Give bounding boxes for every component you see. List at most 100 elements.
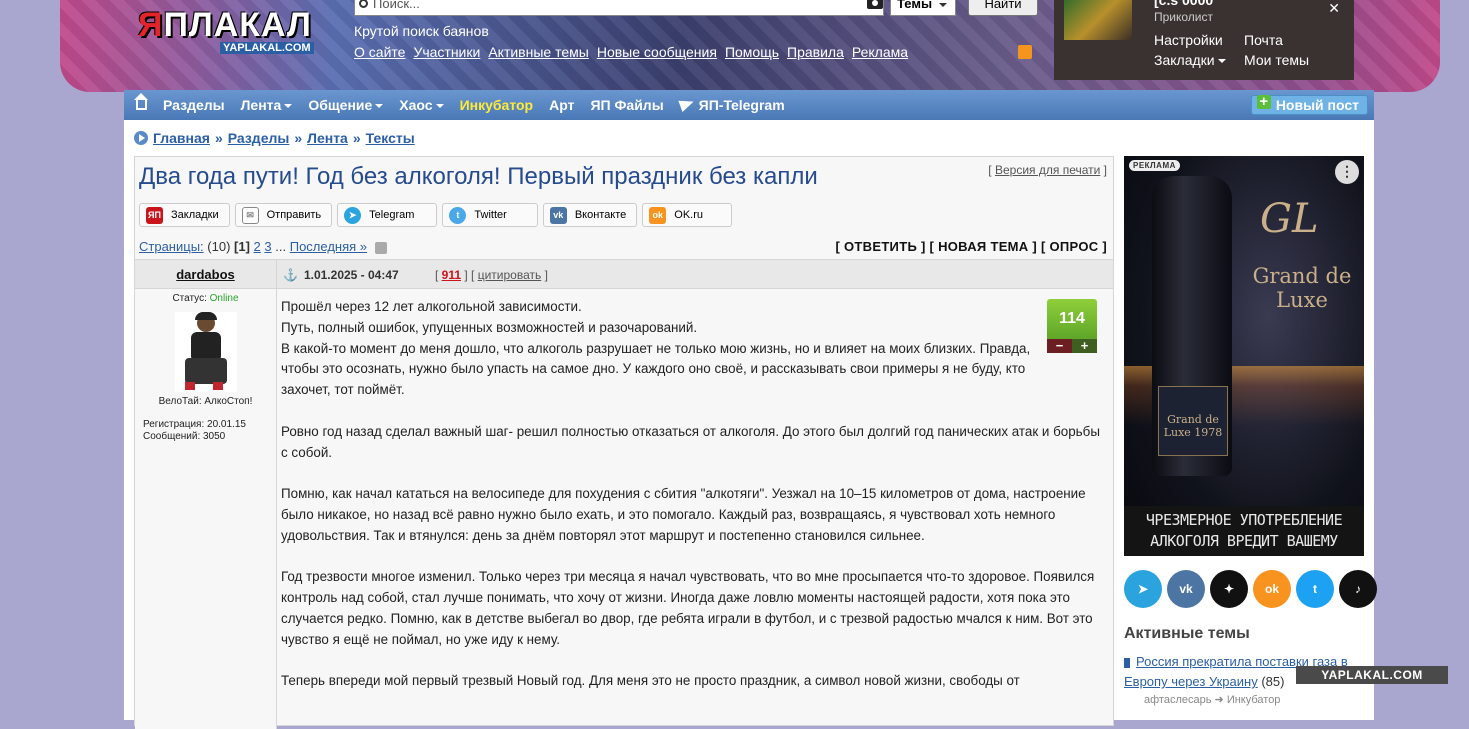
post-id[interactable]: 911: [442, 268, 461, 282]
ok-icon[interactable]: ok: [1253, 570, 1291, 608]
arrow-down-icon: [1124, 657, 1130, 668]
share-ok-button[interactable]: ok OK.ru: [642, 203, 733, 227]
logo-text: ЯПЛАКАЛ: [138, 6, 312, 44]
vk-icon: vk: [549, 206, 567, 224]
ad-banner[interactable]: Grand de Luxe 1978 GL Grand de Luxe РЕКЛ…: [1124, 156, 1364, 556]
chevron-down-icon: [1217, 59, 1226, 64]
nav-talk[interactable]: Общение: [300, 97, 391, 113]
telegram-icon[interactable]: ➤: [1124, 570, 1162, 608]
rating-value: 114: [1047, 299, 1097, 339]
user-panel: [c.s 0000 Приколист Настройки Почта Закл…: [1054, 0, 1354, 80]
avatar[interactable]: [174, 312, 237, 392]
site-logo[interactable]: ЯПЛАКАЛ YAPLAKAL.COM: [138, 2, 328, 58]
link-my-topics[interactable]: Мои темы: [1244, 52, 1324, 68]
link-ads[interactable]: Реклама: [852, 44, 908, 60]
post-author: dardabos: [135, 260, 277, 290]
yap-icon: ЯП: [146, 206, 163, 224]
topic-title: Два года пути! Год без алкоголя! Первый …: [139, 163, 818, 190]
crumb-texts[interactable]: Тексты: [366, 130, 415, 146]
topic-actions[interactable]: [ ОТВЕТИТЬ ] [ НОВАЯ ТЕМА ] [ ОПРОС ]: [835, 239, 1107, 254]
search-scope-select[interactable]: Темы: [890, 0, 956, 16]
rss-icon[interactable]: [1018, 45, 1032, 59]
nav-sections[interactable]: Разделы: [155, 97, 233, 113]
pager-page-2[interactable]: 2: [254, 239, 261, 254]
header-tagline[interactable]: Крутой поиск баянов: [354, 23, 489, 39]
post-rating: 114 − +: [1047, 299, 1097, 353]
post-header: dardabos ⚓ 1.01.2025 - 04:47 [ 911 ] [ ци…: [135, 259, 1113, 290]
user-rank: Приколист: [1154, 10, 1213, 24]
crumb-feed[interactable]: Лента: [307, 130, 348, 146]
telegram-icon: ➤: [344, 206, 362, 224]
nav-art[interactable]: Арт: [541, 97, 582, 113]
chevron-down-icon: [284, 104, 293, 109]
share-send-button[interactable]: ✉ Отправить: [234, 203, 333, 227]
nav-files[interactable]: ЯП Файлы: [582, 97, 671, 113]
ad-warning: ЧРЕЗМЕРНОЕ УПОТРЕБЛЕНИЕ АЛКОГОЛЯ ВРЕДИТ …: [1124, 506, 1364, 556]
pager-label[interactable]: Страницы:: [139, 239, 204, 254]
breadcrumb: Главная» Разделы» Лента» Тексты: [134, 130, 415, 146]
rating-minus-button[interactable]: −: [1047, 339, 1072, 353]
print-version: [ Версия для печати ]: [988, 163, 1107, 177]
crumb-home[interactable]: Главная: [153, 130, 210, 146]
close-icon[interactable]: ✕: [1328, 0, 1340, 17]
search-button[interactable]: Найти: [968, 0, 1038, 16]
author-registration: Регистрация: 20.01.15: [143, 419, 246, 430]
nav-feed[interactable]: Лента: [233, 97, 301, 113]
camera-icon[interactable]: [867, 0, 883, 9]
social-links: ➤ vk ✦ ok t ♪: [1124, 570, 1377, 608]
twitter-icon[interactable]: t: [1296, 570, 1334, 608]
author-status: Статус: Online: [172, 293, 239, 304]
topic-panel: Два года пути! Год без алкоголя! Первый …: [134, 156, 1114, 729]
tiktok-icon[interactable]: ♪: [1339, 570, 1377, 608]
search-placeholder: Поиск...: [373, 0, 420, 11]
user-name[interactable]: [c.s 0000: [1154, 0, 1213, 8]
nav-chaos[interactable]: Хаос: [391, 97, 451, 113]
link-bookmarks[interactable]: Закладки: [1154, 52, 1244, 68]
share-telegram-button[interactable]: ➤ Telegram: [337, 203, 438, 227]
link-members[interactable]: Участники: [413, 44, 480, 60]
more-icon[interactable]: ⋮: [1335, 160, 1359, 184]
user-links: Настройки Почта Закладки Мои темы: [1154, 32, 1324, 68]
mail-icon: ✉: [241, 206, 259, 224]
main-nav: Разделы Лента Общение Хаос Инкубатор Арт…: [124, 90, 1374, 120]
share-bar: ЯП Закладки ✉ Отправить ➤ Telegram t Twitter…: [139, 203, 733, 227]
share-bookmarks-button[interactable]: ЯП Закладки: [139, 203, 230, 227]
link-rules[interactable]: Правила: [787, 44, 844, 60]
post-paragraph: Прошёл через 12 лет алкогольной зависимо…: [281, 299, 1031, 398]
author-slogan: ВелоТай: АлкоСтоп!: [158, 396, 253, 407]
twitter-icon: t: [449, 206, 467, 224]
ok-icon: ok: [649, 206, 667, 224]
nav-incubator[interactable]: Инкубатор: [452, 97, 542, 113]
site-header: ЯПЛАКАЛ YAPLAKAL.COM Поиск... Темы Найти…: [60, 0, 1440, 92]
new-post-button[interactable]: Новый пост: [1250, 95, 1368, 115]
rating-plus-button[interactable]: +: [1072, 339, 1097, 353]
user-avatar[interactable]: [1064, 0, 1132, 40]
home-icon[interactable]: [134, 93, 148, 110]
link-new-messages[interactable]: Новые сообщения: [597, 44, 717, 60]
link-mail[interactable]: Почта: [1244, 32, 1324, 48]
link-help[interactable]: Помощь: [725, 44, 779, 60]
search-input[interactable]: Поиск...: [354, 0, 884, 16]
anchor-icon[interactable]: ⚓: [283, 268, 298, 282]
active-topics-title: Активные темы: [1124, 625, 1250, 642]
pager-last[interactable]: Последняя »: [290, 239, 367, 254]
share-twitter-button[interactable]: t Twitter: [442, 203, 538, 227]
link-active-topics[interactable]: Активные темы: [488, 44, 589, 60]
pager-page-3[interactable]: 3: [264, 239, 271, 254]
print-version-link[interactable]: Версия для печати: [995, 163, 1100, 177]
link-settings[interactable]: Настройки: [1154, 32, 1244, 48]
vk-icon[interactable]: vk: [1167, 570, 1205, 608]
post-paragraph: Ровно год назад сделал важный шаг- решил…: [281, 423, 1100, 460]
down-arrow-icon[interactable]: [374, 241, 387, 254]
link-about[interactable]: О сайте: [354, 44, 405, 60]
nav-telegram[interactable]: ЯП-Telegram: [672, 95, 793, 113]
share-vk-button[interactable]: vk Вконтакте: [542, 203, 638, 227]
quote-link[interactable]: цитировать: [478, 268, 542, 282]
pagination: Страницы: (10) [1] 2 3 ... Последняя »: [139, 239, 387, 254]
post-author-link[interactable]: dardabos: [176, 267, 235, 282]
zen-icon[interactable]: ✦: [1210, 570, 1248, 608]
post-paragraph: Помню, как начал кататься на велосипеде …: [281, 486, 1086, 543]
crumb-sections[interactable]: Разделы: [228, 130, 290, 146]
author-info: Статус: Online ВелоТай: АлкоСтоп! Регист…: [135, 289, 277, 729]
post-date: ⚓ 1.01.2025 - 04:47: [283, 268, 399, 282]
